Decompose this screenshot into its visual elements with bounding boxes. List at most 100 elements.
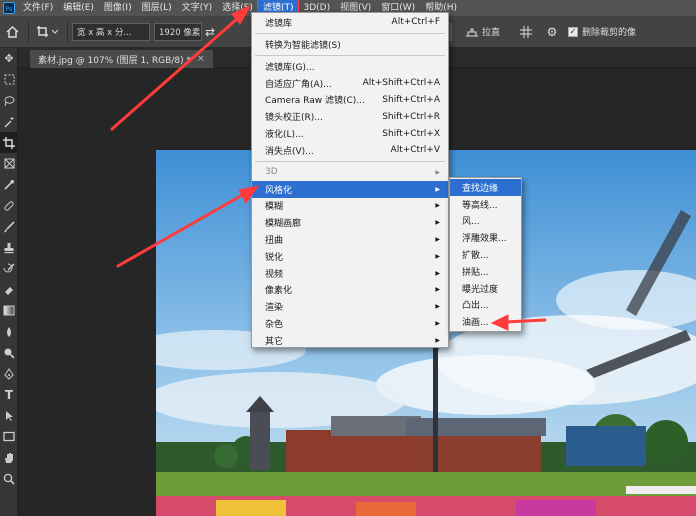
dodge-tool-icon[interactable] <box>0 342 18 363</box>
lasso-tool-icon[interactable] <box>0 90 18 111</box>
divider <box>28 21 29 42</box>
overlay-grid-icon[interactable] <box>516 21 536 43</box>
zoom-tool-icon[interactable] <box>0 468 18 489</box>
filter-gallery-item[interactable]: 滤镜库(G)... <box>252 58 448 75</box>
submenu-arrow-icon: ▶ <box>435 202 440 210</box>
submenu-arrow-icon: ▶ <box>435 286 440 294</box>
tiles-item[interactable]: 拼贴... <box>450 263 521 280</box>
path-selection-icon[interactable] <box>0 405 18 426</box>
submenu-arrow-icon: ▶ <box>435 168 440 176</box>
extrude-item[interactable]: 凸出... <box>450 297 521 314</box>
oil-paint-item[interactable]: 油画... <box>450 313 521 330</box>
blur-gallery-submenu[interactable]: 模糊画廊 ▶ <box>252 214 448 231</box>
gear-icon[interactable]: ⚙ <box>542 21 562 43</box>
swap-icon[interactable]: ⇄ <box>202 21 218 43</box>
submenu-arrow-icon: ▶ <box>435 320 440 328</box>
menu-item-label: 渲染 <box>265 303 284 314</box>
adaptive-wide-angle-item[interactable]: 自适应广角(A)... Alt+Shift+Ctrl+A <box>252 75 448 92</box>
app-logo-icon: Ps <box>0 0 18 16</box>
pixelate-submenu[interactable]: 像素化 ▶ <box>252 282 448 299</box>
lens-correction-item[interactable]: 镜头校正(R)... Shift+Ctrl+R <box>252 108 448 125</box>
blur-submenu[interactable]: 模糊 ▶ <box>252 198 448 215</box>
eyedropper-icon[interactable] <box>0 174 18 195</box>
menu-item-label: 液化(L)... <box>265 130 304 141</box>
liquify-item[interactable]: 液化(L)... Shift+Ctrl+X <box>252 125 448 142</box>
menu-item-label: 转换为智能滤镜(S) <box>265 40 341 51</box>
ratio-select[interactable]: 宽 x 高 x 分... <box>72 22 150 41</box>
brush-tool-icon[interactable] <box>0 216 18 237</box>
menu-layer[interactable]: 图层(L) <box>137 0 177 16</box>
diffuse-item[interactable]: 扩散... <box>450 246 521 263</box>
submenu-arrow-icon: ▶ <box>435 303 440 311</box>
history-brush-icon[interactable] <box>0 258 18 279</box>
type-tool-icon[interactable]: T <box>0 384 18 405</box>
menu-item-label: 3D <box>265 167 278 178</box>
svg-text:Ps: Ps <box>6 6 13 13</box>
marquee-tool-icon[interactable] <box>0 69 18 90</box>
magic-wand-icon[interactable] <box>0 111 18 132</box>
solarize-item[interactable]: 曝光过度 <box>450 280 521 297</box>
video-submenu[interactable]: 视频 ▶ <box>252 265 448 282</box>
divider <box>67 21 68 42</box>
vanishing-point-item[interactable]: 消失点(V)... Alt+Ctrl+V <box>252 142 448 159</box>
delete-cropped-checkbox[interactable]: ✓ <box>568 26 579 37</box>
menu-edit[interactable]: 编辑(E) <box>58 0 99 16</box>
healing-brush-icon[interactable] <box>0 195 18 216</box>
document-tab-title: 素材.jpg @ 107% (图层 1, RGB/8) * <box>38 55 191 66</box>
submenu-arrow-icon: ▶ <box>435 185 440 193</box>
menu-type[interactable]: 文字(Y) <box>177 0 218 16</box>
render-submenu[interactable]: 渲染 ▶ <box>252 298 448 315</box>
gradient-tool-icon[interactable] <box>0 300 18 321</box>
sharpen-submenu[interactable]: 锐化 ▶ <box>252 248 448 265</box>
menu-file[interactable]: 文件(F) <box>18 0 58 16</box>
menu-item-shortcut: Alt+Shift+Ctrl+A <box>362 78 440 89</box>
tools-panel: ✥ T <box>0 48 18 516</box>
find-edges-item[interactable]: 查找边缘 <box>450 179 521 196</box>
menu-separator <box>255 33 445 34</box>
menu-item-label: 模糊画廊 <box>265 219 302 230</box>
menu-item-label: 模糊 <box>265 202 284 213</box>
other-submenu[interactable]: 其它 ▶ <box>252 332 448 349</box>
delete-cropped-label: 删除裁剪的像 <box>582 28 637 38</box>
menu-item-label: 视频 <box>265 269 284 280</box>
wind-item[interactable]: 风... <box>450 213 521 230</box>
document-tab[interactable]: 素材.jpg @ 107% (图层 1, RGB/8) * × <box>30 50 213 68</box>
camera-raw-item[interactable]: Camera Raw 滤镜(C)... Shift+Ctrl+A <box>252 92 448 109</box>
menu-separator <box>255 161 445 162</box>
filter-gallery-last-item[interactable]: 滤镜库 Alt+Ctrl+F <box>252 14 448 31</box>
emboss-item[interactable]: 浮雕效果... <box>450 229 521 246</box>
distort-submenu[interactable]: 扭曲 ▶ <box>252 231 448 248</box>
eraser-tool-icon[interactable] <box>0 279 18 300</box>
stamp-tool-icon[interactable] <box>0 237 18 258</box>
frame-tool-icon[interactable] <box>0 153 18 174</box>
menu-item-label: 锐化 <box>265 252 284 263</box>
menu-3d-submenu[interactable]: 3D ▶ <box>252 164 448 181</box>
straighten-label[interactable]: 拉直 <box>482 25 500 38</box>
crop-tool-icon[interactable] <box>0 132 18 153</box>
straighten-icon[interactable] <box>462 21 482 43</box>
blur-tool-icon[interactable] <box>0 321 18 342</box>
menu-item-label: 自适应广角(A)... <box>265 79 332 90</box>
convert-smart-filter-item[interactable]: 转换为智能滤镜(S) <box>252 36 448 53</box>
filter-menu: 滤镜库 Alt+Ctrl+F 转换为智能滤镜(S) 滤镜库(G)... 自适应广… <box>251 12 449 348</box>
menu-item-label: 消失点(V)... <box>265 146 314 157</box>
pen-tool-icon[interactable] <box>0 363 18 384</box>
trace-contour-item[interactable]: 等高线... <box>450 196 521 213</box>
menu-item-label: Camera Raw 滤镜(C)... <box>265 96 365 107</box>
rectangle-tool-icon[interactable] <box>0 426 18 447</box>
stylize-submenu[interactable]: 风格化 ▶ <box>252 180 448 198</box>
crop-tool-preset-icon[interactable] <box>33 21 63 43</box>
menu-image[interactable]: 图像(I) <box>99 0 137 16</box>
menu-item-label: 滤镜库 <box>265 18 293 29</box>
menu-item-label: 像素化 <box>265 286 293 297</box>
noise-submenu[interactable]: 杂色 ▶ <box>252 315 448 332</box>
menu-item-label: 其它 <box>265 336 284 347</box>
menu-item-shortcut: Alt+Ctrl+V <box>390 145 440 156</box>
width-field[interactable]: 1920 像素 <box>154 22 202 41</box>
home-icon[interactable] <box>0 21 24 43</box>
menu-item-label: 镜头校正(R)... <box>265 113 323 124</box>
hand-tool-icon[interactable] <box>0 447 18 468</box>
menu-item-shortcut: Alt+Ctrl+F <box>391 17 440 28</box>
close-tab-icon[interactable]: × <box>197 54 205 64</box>
move-tool-icon[interactable]: ✥ <box>0 48 18 69</box>
